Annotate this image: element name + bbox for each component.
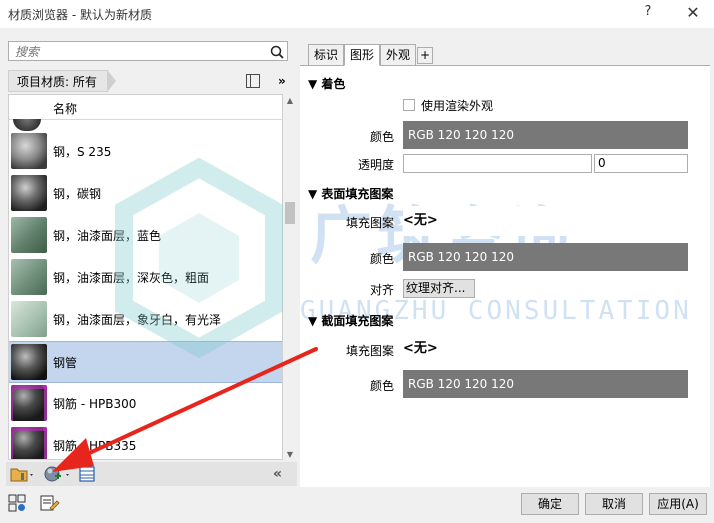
cut-color-label: 颜色 xyxy=(369,379,394,393)
search-icon[interactable] xyxy=(270,45,284,59)
surface-align-label: 对齐 xyxy=(369,283,394,297)
transparency-slider[interactable] xyxy=(403,154,592,173)
tab-identity[interactable]: 标识 xyxy=(308,44,344,66)
material-thumbnail xyxy=(13,119,41,131)
collapse-panel-icon[interactable]: « xyxy=(273,466,282,482)
collapse-triangle-icon: ▼ xyxy=(308,187,318,201)
tab-appearance[interactable]: 外观 xyxy=(380,44,416,66)
surface-pattern-value: <无> xyxy=(403,213,438,228)
window-title: 材质浏览器 - 默认为新材质 xyxy=(8,8,152,22)
filter-dropdown[interactable]: 项目材质: 所有 xyxy=(8,70,116,92)
material-thumbnail xyxy=(11,133,47,169)
library-folder-icon[interactable] xyxy=(10,465,36,483)
material-thumbnail xyxy=(11,175,47,211)
use-render-appearance-label: 使用渲染外观 xyxy=(421,99,494,113)
list-item-label: 钢筋 - HPB300 xyxy=(53,397,137,411)
list-item[interactable]: 钢筋 - HPB300 xyxy=(9,383,282,425)
transparency-field[interactable]: 0 xyxy=(594,154,688,173)
section-shading[interactable]: ▼ 着色 xyxy=(308,75,345,92)
texture-align-button[interactable]: 纹理对齐... xyxy=(403,279,475,298)
material-thumbnail xyxy=(11,259,47,295)
create-material-icon[interactable] xyxy=(44,465,72,483)
ok-button[interactable]: 确定 xyxy=(521,493,579,515)
cancel-button[interactable]: 取消 xyxy=(585,493,643,515)
apply-button[interactable]: 应用(A) xyxy=(649,493,707,515)
surface-pattern-label: 填充图案 xyxy=(345,216,394,230)
collapse-triangle-icon: ▼ xyxy=(308,314,318,328)
search-input[interactable] xyxy=(13,43,267,61)
filter-label: 项目材质: 所有 xyxy=(17,75,97,89)
material-thumbnail xyxy=(11,385,47,421)
scrollbar-thumb[interactable] xyxy=(285,202,295,224)
section-surface-pattern[interactable]: ▼ 表面填充图案 xyxy=(308,185,393,202)
material-thumbnail xyxy=(11,301,47,337)
browser-options-icon[interactable] xyxy=(8,494,26,512)
scroll-down-icon[interactable]: ▼ xyxy=(285,450,295,460)
watermark-logo xyxy=(115,158,283,358)
scroll-up-icon[interactable]: ▲ xyxy=(285,96,295,106)
list-scrollbar[interactable] xyxy=(283,94,297,460)
material-editor-toggle-icon[interactable] xyxy=(40,494,60,512)
section-cut-pattern[interactable]: ▼ 截面填充图案 xyxy=(308,312,393,329)
list-item[interactable]: 钢筋 - HPB335 xyxy=(9,425,282,459)
use-render-appearance-checkbox[interactable] xyxy=(403,99,415,111)
help-button[interactable]: ? xyxy=(638,4,658,24)
section-title: 截面填充图案 xyxy=(321,314,394,328)
list-item-label: 钢，S 235 xyxy=(53,145,112,159)
search-box[interactable] xyxy=(8,41,288,61)
more-options-icon[interactable]: » xyxy=(278,74,286,88)
section-title: 表面填充图案 xyxy=(321,187,394,201)
shading-color-swatch[interactable]: RGB 120 120 120 xyxy=(403,121,688,149)
shading-color-label: 颜色 xyxy=(369,130,394,144)
list-item-label: 钢筋 - HPB335 xyxy=(53,439,137,453)
list-header[interactable]: 名称 xyxy=(9,95,282,120)
list-item-label: 钢管 xyxy=(53,356,78,370)
close-button[interactable]: ✕ xyxy=(682,3,704,25)
list-item-label: 钢，碳钢 xyxy=(53,187,102,201)
material-editor-icon[interactable] xyxy=(79,466,95,482)
chevron-right-icon xyxy=(107,71,116,91)
material-thumbnail xyxy=(11,344,47,380)
surface-color-swatch[interactable]: RGB 120 120 120 xyxy=(403,243,688,271)
material-thumbnail xyxy=(11,217,47,253)
transparency-label: 透明度 xyxy=(357,158,394,172)
tab-graphics[interactable]: 图形 xyxy=(344,44,380,66)
cut-pattern-label: 填充图案 xyxy=(345,344,394,358)
panel-layout-icon[interactable] xyxy=(246,74,260,88)
column-name-header: 名称 xyxy=(53,102,78,116)
surface-pattern-field[interactable]: <无> xyxy=(403,206,688,236)
cut-pattern-field[interactable]: <无> xyxy=(403,333,688,365)
cut-color-swatch[interactable]: RGB 120 120 120 xyxy=(403,370,688,398)
add-tab-button[interactable]: + xyxy=(417,47,433,64)
surface-color-label: 颜色 xyxy=(369,252,394,266)
material-thumbnail xyxy=(11,427,47,459)
cut-pattern-value: <无> xyxy=(403,341,438,356)
section-title: 着色 xyxy=(321,77,346,91)
collapse-triangle-icon: ▼ xyxy=(308,77,318,91)
